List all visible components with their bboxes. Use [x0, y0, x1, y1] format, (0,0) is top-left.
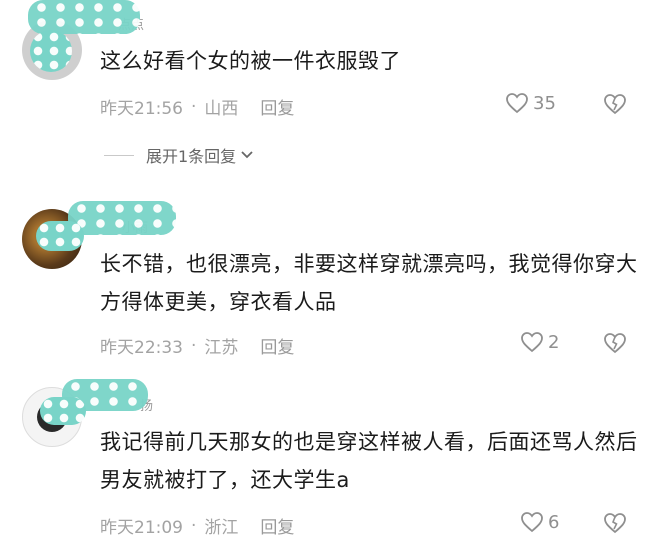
comment-location: 浙江	[204, 518, 239, 538]
dislike-button[interactable]	[603, 93, 627, 119]
comment-1: 点点 这么好看个女的被一件衣服毁了 昨天21:56 · 山西 回复 35	[0, 0, 660, 130]
like-count: 2	[548, 331, 560, 353]
privacy-mask	[36, 221, 84, 251]
heart-outline-icon	[506, 93, 528, 114]
comment-text: 我记得前几天那女的也是穿这样被人看，后面还骂人然后男友就被打了，还大学生a	[100, 430, 638, 492]
comment-time: 昨天21:56	[100, 99, 183, 119]
dislike-button[interactable]	[603, 332, 627, 358]
reply-button[interactable]: 回复	[260, 513, 294, 538]
comment-text: 长不错，也很漂亮，非要这样穿就漂亮吗，我觉得你穿大方得体更美，穿衣看人品	[100, 252, 638, 314]
expand-replies-label: 展开1条回复	[146, 147, 237, 166]
privacy-mask	[30, 30, 72, 72]
comment-2: 小雨 长不错，也很漂亮，非要这样穿就漂亮吗，我觉得你穿大方得体更美，穿衣看人品 …	[0, 195, 660, 370]
like-button[interactable]: 35	[505, 92, 556, 114]
comment-meta: 昨天21:09 · 浙江 回复	[100, 513, 294, 539]
divider	[104, 154, 134, 156]
comment-3: 扬 我记得前几天那女的也是穿这样被人看，后面还骂人然后男友就被打了，还大学生a …	[0, 375, 660, 556]
privacy-mask	[40, 397, 86, 425]
comment-meta: 昨天22:33 · 江苏 回复	[100, 333, 294, 359]
comment-location: 山西	[204, 99, 239, 119]
broken-heart-icon	[604, 333, 626, 354]
chevron-down-icon	[241, 151, 253, 159]
comment-text: 这么好看个女的被一件衣服毁了	[100, 49, 401, 73]
comment-time: 昨天21:09	[100, 518, 183, 538]
like-button[interactable]: 6	[520, 511, 559, 533]
like-count: 35	[533, 92, 556, 114]
like-button[interactable]: 2	[520, 331, 559, 353]
broken-heart-icon	[604, 94, 626, 115]
heart-outline-icon	[521, 332, 543, 353]
privacy-mask	[68, 201, 176, 235]
separator: ·	[191, 515, 197, 536]
reply-button[interactable]: 回复	[260, 94, 294, 119]
comment-time: 昨天22:33	[100, 338, 183, 358]
like-count: 6	[548, 511, 560, 533]
privacy-mask	[28, 0, 140, 34]
heart-outline-icon	[521, 512, 543, 533]
broken-heart-icon	[604, 513, 626, 534]
expand-replies[interactable]: 展开1条回复	[104, 143, 254, 167]
comment-location: 江苏	[204, 338, 239, 358]
separator: ·	[191, 96, 197, 117]
comment-meta: 昨天21:56 · 山西 回复	[100, 94, 294, 120]
dislike-button[interactable]	[603, 512, 627, 538]
separator: ·	[191, 335, 197, 356]
reply-button[interactable]: 回复	[260, 333, 294, 358]
